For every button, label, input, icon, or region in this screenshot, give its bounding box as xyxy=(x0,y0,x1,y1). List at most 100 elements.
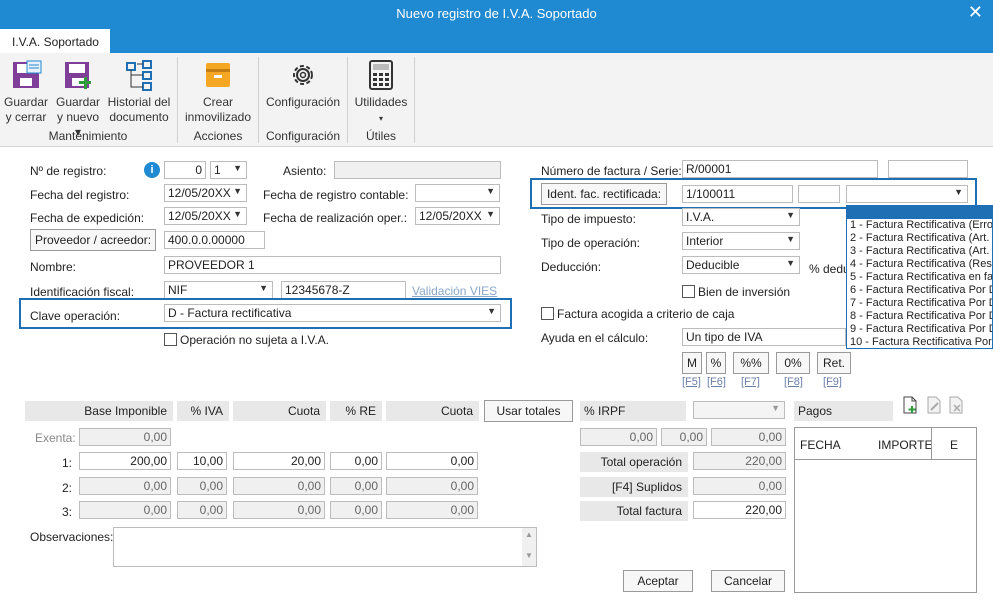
edit-document-icon[interactable] xyxy=(926,396,942,414)
ident-rectificada-input[interactable]: 1/100011 xyxy=(682,185,793,203)
guardar-cerrar-button[interactable]: Guardar y cerrar xyxy=(4,59,48,125)
chevron-down-icon: ▼ xyxy=(487,306,496,316)
fecha-registro-value: 12/05/20XX xyxy=(168,186,231,200)
group-utiles: Útiles xyxy=(365,129,396,143)
dropdown-option[interactable]: 6 - Factura Rectificativa Por D xyxy=(847,284,992,297)
usar-totales-button[interactable]: Usar totales xyxy=(484,400,573,422)
ident-rectificada-extra-input[interactable] xyxy=(798,185,840,203)
row-1-cuota-re[interactable]: 0,00 xyxy=(386,452,478,470)
ayuda-calculo-select[interactable]: Un tipo de IVA xyxy=(682,328,846,346)
ribbon-separator xyxy=(414,57,415,143)
calc-m-button[interactable]: M xyxy=(682,352,702,374)
row-3-base[interactable]: 0,00 xyxy=(79,501,171,519)
row-1-label: 1: xyxy=(62,456,73,470)
info-icon[interactable]: i xyxy=(144,162,160,178)
fecha-registro-field[interactable]: 12/05/20XX ▼ xyxy=(164,184,247,202)
guardar-nuevo-line1: Guardar xyxy=(55,95,101,109)
proveedor-button[interactable]: Proveedor / acreedor: xyxy=(30,229,156,251)
suplidos-label[interactable]: [F4] Suplidos xyxy=(580,477,688,497)
tipo-operacion-select[interactable]: Interior ▼ xyxy=(682,232,800,250)
dropdown-option[interactable]: 5 - Factura Rectificativa en fa xyxy=(847,271,992,284)
deduccion-value: Deducible xyxy=(686,258,740,272)
delete-document-icon[interactable] xyxy=(948,396,964,414)
tipo-rectificativa-select[interactable]: ▼ xyxy=(846,185,968,203)
n-registro-input[interactable]: 0 xyxy=(164,161,206,179)
dropdown-option[interactable]: 2 - Factura Rectificativa (Art. xyxy=(847,232,992,245)
num-factura-input[interactable]: R/00001 xyxy=(682,160,878,178)
total-operacion-value: 220,00 xyxy=(693,452,786,470)
dropdown-option[interactable]: 7 - Factura Rectificativa Por D xyxy=(847,297,992,310)
row-1-base[interactable]: 200,00 xyxy=(79,452,171,470)
fecha-expedicion-field[interactable]: 12/05/20XX ▼ xyxy=(164,207,247,225)
clave-operacion-select[interactable]: D - Factura rectificativa ▼ xyxy=(164,304,501,322)
dropdown-option[interactable]: 10 - Factura Rectificativa Por xyxy=(847,336,992,348)
deduccion-select[interactable]: Deducible ▼ xyxy=(682,256,800,274)
proveedor-code-input[interactable]: 400.0.0.00000 xyxy=(164,231,265,249)
save-new-icon xyxy=(65,62,91,89)
row-2-base[interactable]: 0,00 xyxy=(79,477,171,495)
criterio-caja-label: Factura acogida a criterio de caja xyxy=(557,307,735,321)
historial-button[interactable]: Historial del documento xyxy=(106,59,172,125)
dropdown-selected-row[interactable] xyxy=(847,206,992,219)
n-registro-label: Nº de registro: xyxy=(30,164,107,178)
row-1-re[interactable]: 0,00 xyxy=(330,452,382,470)
ident-tipo-select[interactable]: NIF ▼ xyxy=(164,281,273,299)
chevron-down-icon: ▼ xyxy=(233,163,242,173)
guardar-nuevo-button[interactable]: Guardar y nuevo ▾ xyxy=(54,59,102,140)
row-2-cuota[interactable]: 0,00 xyxy=(233,477,325,495)
total-factura-value[interactable]: 220,00 xyxy=(693,501,786,519)
row-3-iva[interactable]: 0,00 xyxy=(177,501,227,519)
criterio-caja-checkbox[interactable] xyxy=(541,307,554,320)
ident-rectificada-button[interactable]: Ident. fac. rectificada: xyxy=(541,183,667,205)
row-2-iva[interactable]: 0,00 xyxy=(177,477,227,495)
fecha-realizacion-field[interactable]: 12/05/20XX ▼ xyxy=(415,207,500,225)
nombre-input[interactable]: PROVEEDOR 1 xyxy=(164,256,501,274)
chevron-down-icon: ▼ xyxy=(771,403,780,413)
no-sujeta-checkbox[interactable] xyxy=(164,333,177,346)
dropdown-option[interactable]: 4 - Factura Rectificativa (Resto xyxy=(847,258,992,271)
validacion-vies-link[interactable]: Validación VIES xyxy=(412,284,497,298)
close-icon[interactable]: ✕ xyxy=(968,2,983,23)
gear-icon xyxy=(293,65,313,85)
row-3-cuota[interactable]: 0,00 xyxy=(233,501,325,519)
irpf-select[interactable]: ▼ xyxy=(693,401,785,419)
row-3-cuota-re[interactable]: 0,00 xyxy=(386,501,478,519)
calc-zero-button[interactable]: 0% xyxy=(776,352,810,374)
observaciones-textarea[interactable]: ▲ ▼ xyxy=(113,527,537,567)
fkey-f6: [F6] xyxy=(707,376,726,388)
tab-iva-soportado[interactable]: I.V.A. Soportado xyxy=(0,29,110,53)
configuracion-button[interactable]: Configuración xyxy=(263,59,343,110)
tipo-impuesto-select[interactable]: I.V.A. ▼ xyxy=(682,208,800,226)
rectificativa-dropdown-list[interactable]: 1 - Factura Rectificativa (Error 2 - Fact… xyxy=(846,205,993,349)
dropdown-option[interactable]: 3 - Factura Rectificativa (Art. xyxy=(847,245,992,258)
bien-inversion-checkbox[interactable] xyxy=(682,285,695,298)
dropdown-option[interactable]: 8 - Factura Rectificativa Por D xyxy=(847,310,992,323)
new-document-icon[interactable] xyxy=(902,396,918,414)
calc-ret-button[interactable]: Ret. xyxy=(817,352,851,374)
calc-pct-button[interactable]: % xyxy=(706,352,726,374)
pagos-table[interactable]: FECHA IMPORTE E xyxy=(794,427,977,593)
tipo-operacion-label: Tipo de operación: xyxy=(541,236,640,250)
ribbon-separator xyxy=(177,57,178,143)
nombre-label: Nombre: xyxy=(30,260,77,274)
row-1-iva[interactable]: 10,00 xyxy=(177,452,227,470)
fecha-contable-field[interactable]: ▼ xyxy=(415,184,500,202)
row-3-re[interactable]: 0,00 xyxy=(330,501,382,519)
utilidades-button[interactable]: Utilidades ▾ xyxy=(352,59,410,126)
chevron-down-icon: ▼ xyxy=(786,234,795,244)
n-registro-select[interactable]: 1 ▼ xyxy=(210,161,247,179)
row-1-cuota[interactable]: 20,00 xyxy=(233,452,325,470)
crear-inmovilizado-button[interactable]: Crear inmovilizado xyxy=(182,59,254,125)
calc-pctpct-button[interactable]: %% xyxy=(733,352,769,374)
row-3-label: 3: xyxy=(62,505,73,519)
scrollbar[interactable]: ▲ ▼ xyxy=(522,528,536,566)
dropdown-option[interactable]: 9 - Factura Rectificativa Por D xyxy=(847,323,992,336)
ident-tipo-value: NIF xyxy=(168,283,188,297)
aceptar-button[interactable]: Aceptar xyxy=(623,570,693,592)
row-2-cuota-re[interactable]: 0,00 xyxy=(386,477,478,495)
serie-input[interactable] xyxy=(888,160,968,178)
ident-num-input[interactable]: 12345678-Z xyxy=(281,281,406,299)
row-2-re[interactable]: 0,00 xyxy=(330,477,382,495)
cancelar-button[interactable]: Cancelar xyxy=(711,570,785,592)
dropdown-option[interactable]: 1 - Factura Rectificativa (Error xyxy=(847,219,992,232)
